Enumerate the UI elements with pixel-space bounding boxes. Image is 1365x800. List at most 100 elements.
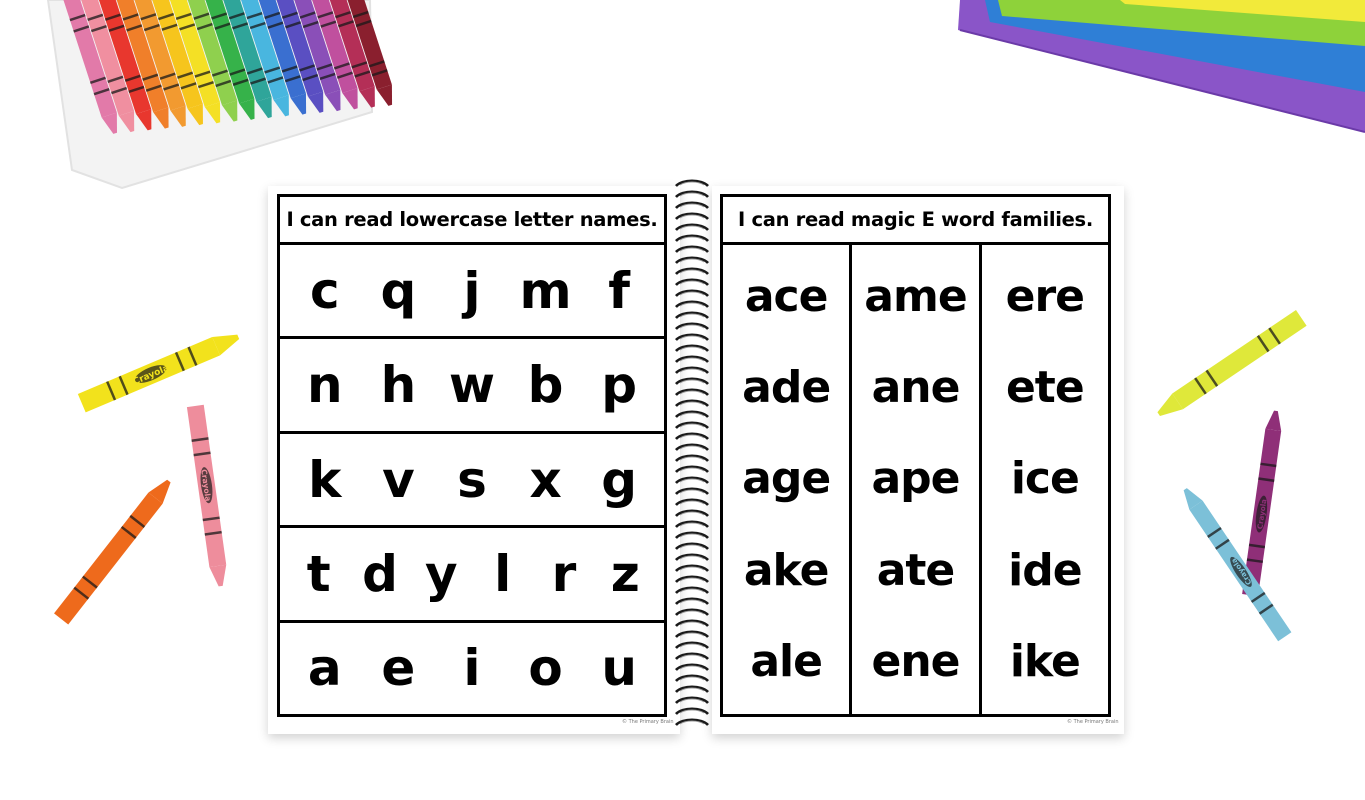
spiral-coil <box>675 355 709 363</box>
spiral-coil <box>675 718 709 726</box>
spiral-coil <box>675 267 709 275</box>
spiral-coil <box>675 619 709 627</box>
spiral-coil <box>675 311 709 319</box>
word-family-cell: ake <box>743 544 830 596</box>
spiral-coil <box>675 641 709 649</box>
spiral-coil <box>675 487 709 495</box>
spiral-coil <box>675 344 709 352</box>
spiral-coil <box>675 410 709 418</box>
word-family-cell: ere <box>1005 270 1085 322</box>
yellow-crayon: Crayola <box>77 334 240 413</box>
spiral-coil <box>675 542 709 550</box>
spiral-coil <box>675 223 709 231</box>
word-family-cell: ade <box>742 362 831 414</box>
word-family-column: ace ade age ake ale <box>723 245 853 714</box>
word-family-cell: ale <box>750 636 823 688</box>
letter-cell: b <box>527 356 564 415</box>
spiral-coil <box>675 377 709 385</box>
worksheet-title: I can read lowercase letter names. <box>280 197 664 245</box>
spiral-coil <box>675 685 709 693</box>
spiral-coil <box>675 597 709 605</box>
letter-cell: z <box>610 544 640 603</box>
word-family-cell: ide <box>1008 544 1082 596</box>
word-family-cell: age <box>742 453 831 505</box>
letter-cell: k <box>308 450 342 509</box>
spiral-coil <box>675 608 709 616</box>
spiral-coil <box>675 256 709 264</box>
spiral-coil <box>675 289 709 297</box>
letter-cell: w <box>448 356 496 415</box>
spiral-coil <box>675 531 709 539</box>
letter-cell: u <box>601 639 637 698</box>
word-family-cell: ace <box>744 270 829 322</box>
word-family-cell: ete <box>1005 362 1085 414</box>
spiral-coil <box>675 190 709 198</box>
spiral-coil <box>675 498 709 506</box>
purple-crayon: Crayola <box>1242 410 1282 597</box>
word-family-cell: ice <box>1010 453 1080 505</box>
spiral-coil <box>675 432 709 440</box>
spiral-coil <box>675 333 709 341</box>
photo-scene: Crayola Crayola Crayola Crayola I can read … <box>0 0 1365 800</box>
letter-row: aeiou <box>280 623 664 714</box>
letter-cell: y <box>425 544 458 603</box>
letter-cell: i <box>463 639 481 698</box>
worksheet-title: I can read magic E word families. <box>723 197 1108 245</box>
letter-cell: q <box>380 261 417 320</box>
spiral-coil <box>675 553 709 561</box>
spiral-coil <box>675 630 709 638</box>
letter-row: nhwbp <box>280 339 664 434</box>
letter-cell: j <box>463 261 481 320</box>
spiral-coil <box>675 245 709 253</box>
letter-cell: e <box>381 639 416 698</box>
spiral-coil <box>675 366 709 374</box>
copyright-credit: © The Primary Brain <box>1067 719 1119 725</box>
crayon-box <box>46 0 393 190</box>
spiral-coil <box>675 388 709 396</box>
spiral-coil <box>675 465 709 473</box>
letter-cell: n <box>306 356 343 415</box>
word-family-cell: ike <box>1009 636 1081 688</box>
letter-cell: m <box>519 261 572 320</box>
spiral-coil <box>675 212 709 220</box>
letter-cell: c <box>309 261 340 320</box>
letter-cell: s <box>457 450 487 509</box>
spiral-coil <box>675 674 709 682</box>
letter-row: kvsxg <box>280 434 664 529</box>
copyright-credit: © The Primary Brain <box>622 719 674 725</box>
spiral-coil <box>675 652 709 660</box>
spiral-coil <box>675 454 709 462</box>
letter-cell: g <box>601 450 638 509</box>
word-family-cell: ane <box>871 362 961 414</box>
spiral-coil <box>675 564 709 572</box>
word-family-cell: ate <box>876 544 956 596</box>
word-families-worksheet: I can read magic E word families. ace ade… <box>720 194 1111 717</box>
spiral-coil <box>675 443 709 451</box>
orange-crayon <box>54 479 171 625</box>
letter-cell: d <box>362 544 398 603</box>
spiral-coil <box>675 399 709 407</box>
letter-cell: v <box>382 450 415 509</box>
letter-row: cqjmf <box>280 245 664 340</box>
word-family-column: ame ane ape ate ene <box>852 245 982 714</box>
word-family-grid: ace ade age ake ale ame ane ape ate ene ere ete ice i… <box>723 245 1108 714</box>
letter-names-worksheet: I can read lowercase letter names. cqjmf… <box>277 194 667 717</box>
spiral-binding <box>675 179 709 726</box>
letter-cell: o <box>528 639 563 698</box>
spiral-coil <box>675 234 709 242</box>
spiral-coil <box>675 707 709 715</box>
spiral-coil <box>675 322 709 330</box>
letter-cell: p <box>601 356 638 415</box>
yellow-green-crayon <box>1157 310 1307 416</box>
letter-cell: a <box>307 639 342 698</box>
word-family-cell: ene <box>871 636 960 688</box>
spiral-coil <box>675 278 709 286</box>
word-family-column: ere ete ice ide ike <box>982 245 1108 714</box>
letter-cell: h <box>380 356 417 415</box>
letter-grid: cqjmfnhwbpkvsxgtdylrzaeiou <box>280 245 664 714</box>
letter-cell: r <box>551 544 577 603</box>
spiral-coil <box>675 696 709 704</box>
letter-cell: x <box>529 450 562 509</box>
letter-cell: l <box>494 544 512 603</box>
spiral-coil <box>675 520 709 528</box>
